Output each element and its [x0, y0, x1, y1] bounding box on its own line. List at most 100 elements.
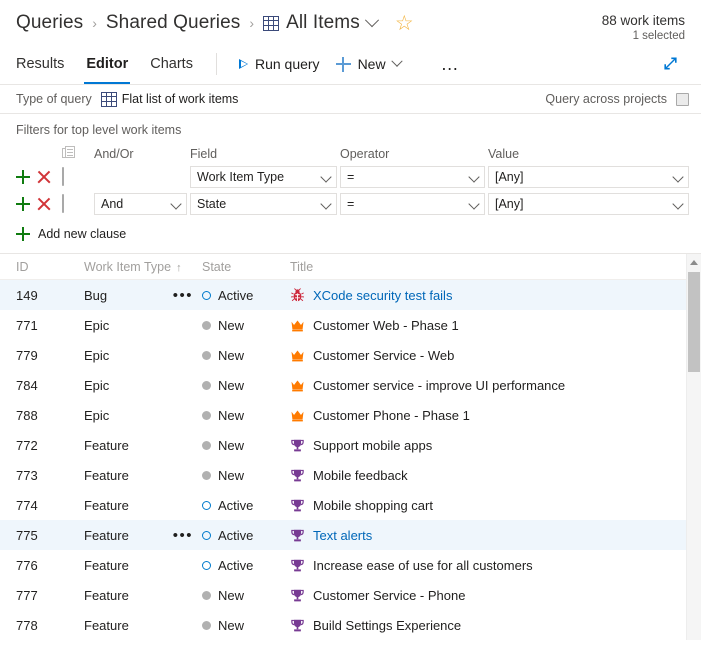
row-cell-state: New	[202, 318, 290, 333]
clause-field-select[interactable]: Work Item Type	[190, 166, 337, 188]
more-commands-button[interactable]: …	[431, 55, 471, 73]
clause-group-checkbox[interactable]	[62, 194, 64, 213]
query-type-row: Type of query Flat list of work items Qu…	[0, 85, 701, 113]
row-cell-title: Build Settings Experience	[290, 618, 701, 633]
breadcrumb-item-queries[interactable]: Queries	[16, 12, 83, 34]
crown-icon	[291, 379, 304, 391]
row-cell-title: Support mobile apps	[290, 438, 701, 453]
row-cell-state: Active	[202, 558, 290, 573]
row-cell-title: Mobile shopping cart	[290, 498, 701, 513]
row-state-label: New	[218, 617, 245, 633]
selected-count-label: 1 selected	[632, 30, 685, 42]
trophy-icon	[291, 559, 304, 571]
row-cell-id: 777	[16, 587, 38, 603]
row-work-item-type-label: Epic	[84, 407, 110, 423]
row-cell-work-item-type: Feature•••	[84, 498, 202, 513]
column-header-title[interactable]: Title	[290, 260, 701, 274]
table-row[interactable]: 776 Feature••• Active Increase ease of use …	[0, 550, 701, 580]
run-query-label: Run query	[254, 56, 320, 72]
query-across-projects[interactable]: Query across projects	[545, 92, 689, 106]
row-work-item-type-label: Epic	[84, 347, 110, 363]
add-clause-icon[interactable]	[16, 170, 30, 184]
more-actions-icon[interactable]: •••	[173, 528, 193, 543]
clause-operator-select[interactable]: =	[340, 193, 485, 215]
tab-editor[interactable]: Editor	[75, 44, 139, 84]
run-query-button[interactable]: Run query	[231, 49, 328, 79]
row-work-item-type-label: Feature	[84, 557, 129, 573]
clause-operator-value: =	[347, 170, 355, 184]
status-badge	[202, 530, 211, 540]
clause-value-select[interactable]: [Any]	[488, 193, 689, 215]
expand-diagonal-icon[interactable]	[662, 55, 679, 72]
row-cell-state: New	[202, 408, 290, 423]
table-row[interactable]: 149 Bug ••• Active XCode security test fails	[0, 280, 701, 310]
plus-icon	[16, 227, 30, 241]
row-work-item-type-label: Feature	[84, 527, 129, 543]
status-badge	[202, 290, 211, 300]
row-cell-state: New	[202, 588, 290, 603]
breadcrumb-item-shared-queries[interactable]: Shared Queries	[106, 12, 240, 34]
table-row[interactable]: 773 Feature••• New Mobile feedback	[0, 460, 701, 490]
table-row[interactable]: 771 Epic••• New Customer Web - Phase 1	[0, 310, 701, 340]
query-editor-page: Queries › Shared Queries › All Items ☆ 8…	[0, 0, 701, 668]
clause-value-select[interactable]: [Any]	[488, 166, 689, 188]
status-badge	[202, 320, 211, 330]
row-state-label: New	[218, 437, 245, 453]
delete-clause-icon[interactable]	[37, 170, 51, 184]
row-state-label: Active	[218, 527, 254, 543]
status-badge	[202, 590, 211, 600]
table-row[interactable]: 788 Epic••• New Customer Phone - Phase 1	[0, 400, 701, 430]
table-row[interactable]: 772 Feature••• New Support mobile apps	[0, 430, 701, 460]
clause-group-checkbox[interactable]	[62, 167, 64, 186]
table-row[interactable]: 784 Epic••• New Customer service - improve …	[0, 370, 701, 400]
clause-operator-select[interactable]: =	[340, 166, 485, 188]
clause-andor-empty	[94, 166, 187, 188]
chevron-down-icon[interactable]	[390, 55, 403, 67]
column-header-state[interactable]: State	[202, 260, 290, 274]
new-work-item-button[interactable]: New	[328, 49, 409, 79]
delete-clause-icon[interactable]	[37, 197, 51, 211]
row-state-label: New	[218, 587, 245, 603]
row-cell-id: 784	[16, 377, 38, 393]
table-row[interactable]: 774 Feature••• Active Mobile shopping cart	[0, 490, 701, 520]
trophy-icon	[291, 589, 304, 601]
row-title-label: Support mobile apps	[313, 437, 433, 453]
row-cell-id: 779	[16, 347, 38, 363]
status-badge	[202, 620, 211, 630]
query-across-projects-checkbox[interactable]	[676, 92, 689, 106]
row-cell-id: 788	[16, 407, 38, 423]
row-state-label: New	[218, 467, 245, 483]
query-type-selector[interactable]: Flat list of work items	[100, 91, 238, 107]
breadcrumb-item-all-items[interactable]: All Items	[263, 12, 379, 34]
row-title-label[interactable]: Text alerts	[313, 528, 372, 543]
table-row[interactable]: 778 Feature••• New Build Settings Experienc…	[0, 610, 701, 640]
tab-results[interactable]: Results	[16, 44, 75, 84]
column-header-work-item-type[interactable]: Work Item Type ↑	[84, 260, 202, 274]
row-work-item-type-label: Epic	[84, 317, 110, 333]
more-actions-icon[interactable]: •••	[173, 288, 193, 303]
chevron-down-icon[interactable]	[364, 13, 379, 28]
table-row[interactable]: 775 Feature ••• Active Text alerts	[0, 520, 701, 550]
row-cell-title: Increase ease of use for all customers	[290, 558, 701, 573]
query-across-projects-label: Query across projects	[545, 92, 667, 106]
scroll-up-button[interactable]	[687, 254, 701, 270]
vertical-scrollbar[interactable]	[686, 254, 701, 640]
column-header-id[interactable]: ID	[16, 260, 84, 274]
clause-field-select[interactable]: State	[190, 193, 337, 215]
add-clause-icon[interactable]	[16, 197, 30, 211]
tab-charts[interactable]: Charts	[139, 44, 204, 84]
row-cell-id: 778	[16, 617, 38, 633]
row-cell-title: Mobile feedback	[290, 468, 701, 483]
row-cell-work-item-type: Feature•••	[84, 618, 202, 633]
table-row[interactable]: 777 Feature••• New Customer Service - Phone	[0, 580, 701, 610]
row-title-label[interactable]: XCode security test fails	[313, 288, 452, 303]
scrollbar-thumb[interactable]	[688, 272, 700, 372]
row-title-label: Mobile shopping cart	[313, 497, 433, 513]
row-cell-id: 775	[16, 527, 38, 543]
table-row[interactable]: 779 Epic••• New Customer Service - Web	[0, 340, 701, 370]
filters-field-header: Field	[190, 146, 218, 161]
star-icon[interactable]: ☆	[395, 13, 414, 34]
add-new-clause-button[interactable]: Add new clause	[16, 227, 126, 241]
row-state-label: Active	[218, 557, 254, 573]
clause-andor-select[interactable]: And	[94, 193, 187, 215]
